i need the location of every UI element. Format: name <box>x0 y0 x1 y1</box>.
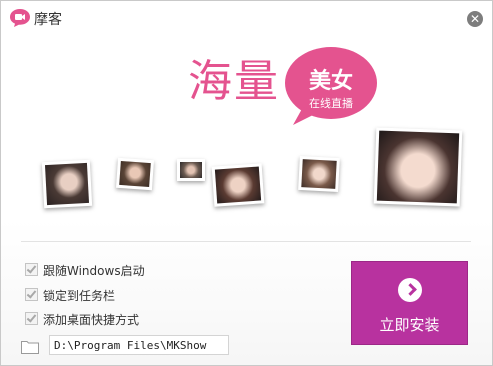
install-button[interactable]: 立即安装 <box>351 261 468 345</box>
pin-taskbar-checkbox[interactable] <box>25 288 38 301</box>
app-name: 摩客 <box>34 12 62 28</box>
install-button-label[interactable]: 立即安装 <box>352 314 467 335</box>
bubble-sub-text: 在线直播 <box>309 97 353 110</box>
installer-window: 摩客 ✕ 海量 美女 在线直播 跟随Windows启动 锁定到任务栏 添加桌面快… <box>0 0 493 366</box>
headline: 海量 <box>188 56 280 107</box>
desktop-shortcut-checkbox[interactable] <box>25 312 38 325</box>
profile-photo <box>177 159 205 181</box>
divider <box>21 241 471 242</box>
close-button[interactable]: ✕ <box>467 11 483 27</box>
autostart-checkbox[interactable] <box>25 263 38 276</box>
camera-chat-bubble-icon <box>10 9 30 27</box>
profile-photo <box>41 159 93 209</box>
close-icon[interactable]: ✕ <box>470 12 480 26</box>
profile-photo <box>211 163 265 207</box>
bubble-main-text: 美女 <box>308 69 353 94</box>
option-label: 锁定到任务栏 <box>43 289 116 303</box>
option-label: 添加桌面快捷方式 <box>43 313 140 327</box>
profile-photo <box>373 127 463 207</box>
folder-icon[interactable] <box>21 340 39 354</box>
arrow-right-circle-icon[interactable] <box>398 278 422 302</box>
install-path-field[interactable] <box>49 335 229 355</box>
profile-photo <box>298 155 340 193</box>
option-label: 跟随Windows启动 <box>43 264 145 278</box>
profile-photo <box>115 157 155 191</box>
title-bar[interactable]: 摩客 ✕ <box>1 1 492 35</box>
